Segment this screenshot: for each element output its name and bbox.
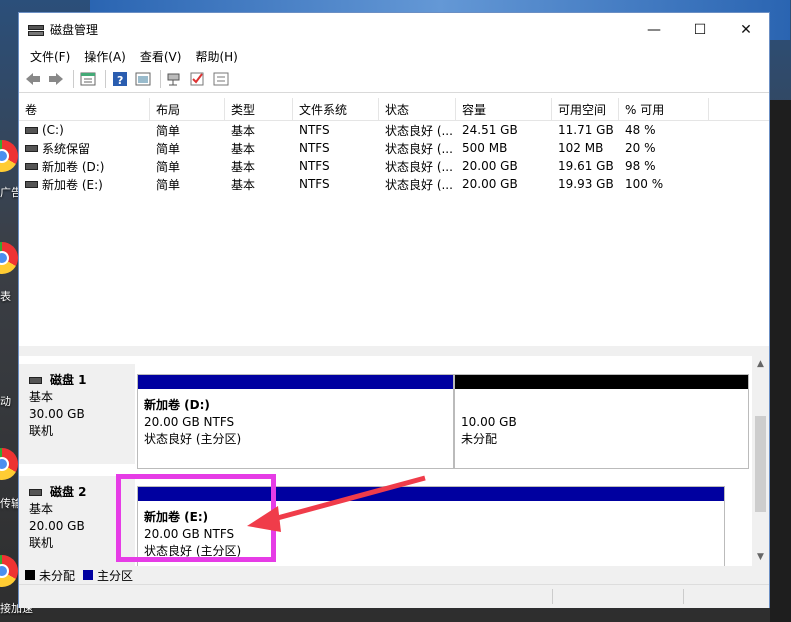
annotation-arrow xyxy=(247,475,426,532)
